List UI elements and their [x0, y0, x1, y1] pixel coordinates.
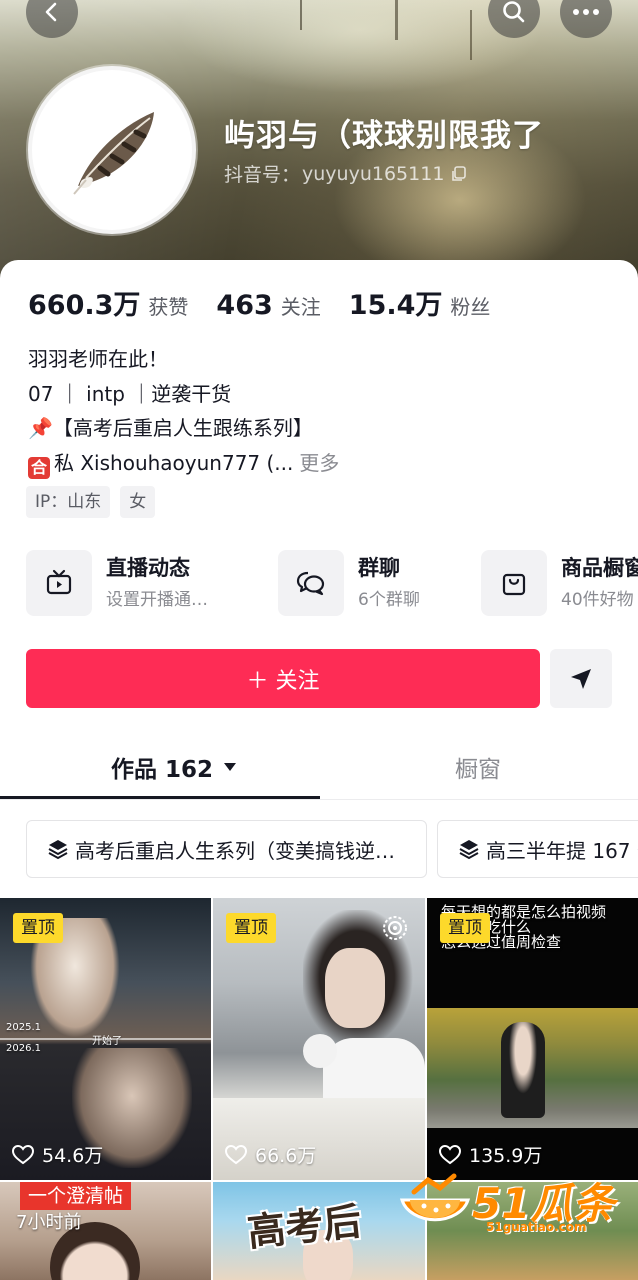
bio: 羽羽老师在此！ 07 ｜ intp ｜逆袭干货 📌【高考后重启人生跟练系列】 合… — [28, 342, 339, 480]
video-likes: 54.6万 — [12, 1141, 103, 1168]
bio-line-3: 📌【高考后重启人生跟练系列】 — [28, 411, 339, 446]
watermark-url: 51guatiao.com — [486, 1220, 587, 1234]
layers-icon — [459, 840, 479, 860]
feature-entries: 直播动态 设置开播通… 群聊 6个群聊 商品橱窗 40件好物 — [26, 550, 638, 618]
live-updates-title: 直播动态 — [106, 556, 190, 580]
douyin-id-label: 抖音号： — [224, 164, 301, 186]
tab-works[interactable]: 作品 162 — [111, 750, 237, 784]
stats-row: 660.3万 获赞 463 关注 15.4万 粉丝 — [28, 283, 518, 322]
heart-icon — [225, 1144, 247, 1164]
follow-button[interactable]: ＋ 关注 — [26, 649, 540, 708]
collections-row: 高考后重启人生系列（变美搞钱逆… 高三半年提 167 分 — [26, 820, 638, 880]
following-count[interactable]: 463 — [216, 290, 272, 321]
nickname: 屿羽与（球球别限我了 — [224, 118, 544, 154]
pinned-badge: 置顶 — [13, 913, 63, 943]
bio-line-1: 羽羽老师在此！ — [28, 347, 168, 371]
send-icon — [571, 668, 591, 689]
pinned-badge: 置顶 — [440, 913, 490, 943]
site-watermark: 51瓜条 51guatiao.com — [394, 1170, 634, 1234]
bio-line-4: 合私 Xishouhaoyun777 (... 更多 — [28, 446, 339, 481]
group-chat-entry[interactable]: 群聊 6个群聊 — [278, 550, 420, 616]
video-likes: 135.9万 — [439, 1141, 542, 1168]
tab-works-label: 作品 162 — [111, 757, 214, 783]
content-tabs: 作品 162 橱窗 — [0, 738, 638, 800]
video-tile[interactable]: 2025.1 开始了 2026.1 置顶 54.6万 — [0, 898, 211, 1180]
active-tab-indicator — [0, 796, 320, 799]
shop-window-entry[interactable]: 商品橱窗 40件好物 — [481, 550, 638, 616]
chat-bubbles-icon — [278, 550, 344, 616]
ip-tag: IP：山东 — [26, 486, 111, 518]
bio-more-link[interactable]: 更多 — [299, 451, 339, 475]
shop-window-title: 商品橱窗 — [561, 556, 638, 580]
profile-card: 660.3万 获赞 463 关注 15.4万 粉丝 羽羽老师在此！ 07 ｜ i… — [0, 260, 638, 1280]
album-icon — [383, 916, 407, 940]
douyin-id-value: yuyuyu165111 — [302, 162, 445, 185]
video-tile[interactable]: 每天想的都是怎么拍视频 中午去吃什么 怎么逃过值周检查 置顶 135.9万 — [427, 898, 638, 1180]
likes-label: 获赞 — [148, 295, 189, 319]
collection-chip-2[interactable]: 高三半年提 167 分 — [437, 820, 638, 878]
followers-label[interactable]: 粉丝 — [450, 291, 490, 320]
caret-down-icon — [224, 763, 237, 771]
layers-icon — [48, 840, 68, 860]
shopping-bag-icon — [481, 550, 547, 616]
followers-count[interactable]: 15.4万 — [349, 283, 443, 322]
likes-count: 660.3万 — [28, 290, 141, 321]
bio-line-4-text: 私 Xishouhaoyun777 (... — [54, 450, 294, 475]
group-chat-subtitle: 6个群聊 — [358, 590, 420, 610]
heart-icon — [12, 1144, 34, 1164]
video-time: 7小时前 — [16, 1212, 82, 1233]
video-stamp-bottom: 2026.1 — [6, 1043, 41, 1054]
bio-line-2: 07 ｜ intp ｜逆袭干货 — [28, 381, 232, 406]
collection-chip-1-label: 高考后重启人生系列（变美搞钱逆… — [75, 838, 395, 863]
video-tile[interactable]: 置顶 66.6万 — [213, 898, 425, 1180]
video-stamp-top: 2025.1 — [6, 1022, 41, 1033]
profile-tags: IP：山东 女 — [26, 486, 156, 518]
he-badge-icon: 合 — [28, 456, 50, 479]
watermelon-logo-icon — [399, 1173, 471, 1222]
share-button[interactable] — [550, 649, 612, 708]
pinned-badge: 置顶 — [226, 913, 276, 943]
live-updates-subtitle: 设置开播通… — [106, 590, 208, 610]
chevron-left-icon — [45, 2, 57, 22]
video-tile[interactable]: 一个澄清帖 7小时前 — [0, 1182, 211, 1280]
douyin-id[interactable]: 抖音号： yuyuyu165111 — [224, 160, 468, 187]
collection-chip-1[interactable]: 高考后重启人生系列（变美搞钱逆… — [26, 820, 427, 878]
group-chat-title: 群聊 — [358, 556, 400, 580]
copy-icon[interactable] — [450, 165, 468, 183]
more-dots-icon — [573, 9, 599, 15]
shop-window-subtitle: 40件好物 — [561, 590, 634, 610]
video-likes: 66.6万 — [225, 1141, 316, 1168]
heart-icon — [439, 1144, 461, 1164]
following-label[interactable]: 关注 — [281, 291, 321, 320]
live-updates-entry[interactable]: 直播动态 设置开播通… — [26, 550, 208, 616]
gender-tag: 女 — [120, 486, 156, 518]
tab-shop-window[interactable]: 橱窗 — [455, 750, 501, 784]
avatar[interactable] — [28, 66, 196, 234]
pushpin-icon: 📌 — [28, 416, 53, 440]
tv-icon — [26, 550, 92, 616]
video-likes-count: 135.9万 — [469, 1145, 543, 1167]
collection-chip-2-label: 高三半年提 167 分 — [486, 838, 638, 863]
bio-line-3-text: 【高考后重启人生跟练系列】 — [52, 416, 313, 440]
feather-avatar-image — [73, 112, 154, 195]
video-likes-count: 54.6万 — [42, 1145, 104, 1167]
video-stamp-mid: 开始了 — [92, 1036, 122, 1047]
video-likes-count: 66.6万 — [255, 1145, 317, 1167]
search-icon — [503, 1, 525, 23]
video-title-banner: 一个澄清帖 — [20, 1182, 132, 1210]
